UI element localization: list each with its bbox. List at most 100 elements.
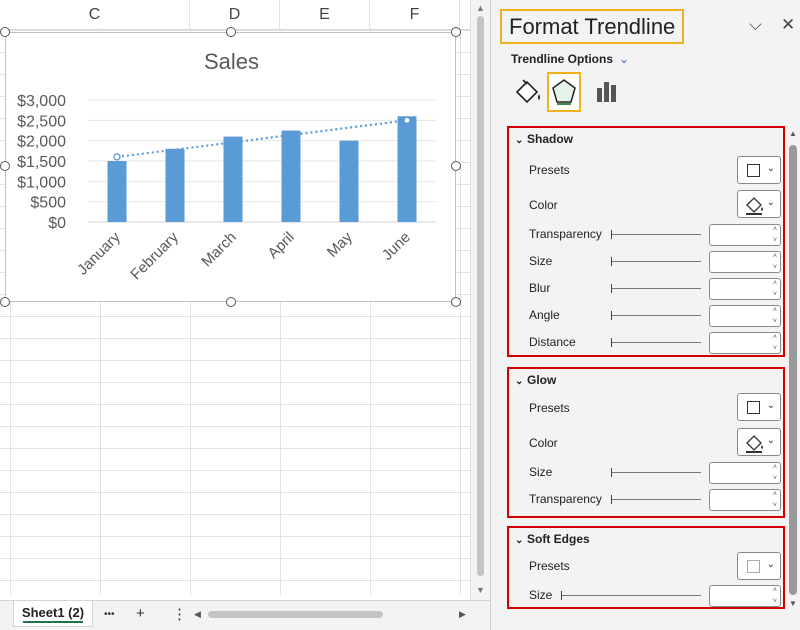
shadow-blur-slider[interactable] — [611, 284, 701, 293]
pane-vertical-scrollbar[interactable]: ▲ ▼ — [788, 115, 799, 615]
glow-transparency-spinner[interactable]: ˄ ˅ — [709, 489, 781, 511]
shadow-presets-dropdown[interactable]: ⌄ — [737, 156, 781, 184]
soft-edges-presets-row: Presets ⌄ — [529, 552, 781, 582]
scroll-down-arrow-icon[interactable]: ▼ — [789, 599, 797, 608]
chevron-down-icon: ⌄ — [766, 163, 775, 174]
glow-presets-dropdown[interactable]: ⌄ — [737, 393, 781, 421]
chevron-down-icon: ⌄ — [766, 197, 775, 208]
more-sheets-button[interactable]: ••• — [104, 609, 115, 620]
soft-edges-section-header[interactable]: ⌄ Soft Edges — [515, 532, 590, 546]
glow-section: ⌄ Glow Presets ⌄ Color ⌄ Size ˄ ˅ Transpar… — [507, 367, 785, 518]
bar-may — [339, 140, 359, 222]
sheet-tab-sheet1-2[interactable]: Sheet1 (2) — [13, 601, 93, 627]
sheet-tab-label: Sheet1 (2) — [21, 605, 85, 620]
y-tick-label: $0 — [48, 215, 66, 232]
scroll-left-arrow-icon[interactable]: ◀ — [194, 609, 201, 620]
glow-transparency-slider[interactable] — [611, 495, 701, 504]
paint-bucket-icon — [746, 435, 763, 453]
y-tick-label: $500 — [30, 195, 66, 212]
resize-handle-bottom-left[interactable] — [0, 297, 10, 307]
series-options-tab-icon[interactable] — [593, 72, 627, 112]
shadow-presets-label: Presets — [529, 163, 570, 177]
shadow-distance-label: Distance — [529, 335, 576, 349]
y-tick-label: $1,500 — [17, 154, 66, 171]
horizontal-scrollbar[interactable]: ◀ ▶ — [192, 609, 470, 619]
shadow-color-dropdown[interactable]: ⌄ — [737, 190, 781, 218]
chevron-down-icon: ⌄ — [515, 376, 524, 387]
y-tick-label: $2,000 — [17, 134, 66, 151]
scroll-right-arrow-icon[interactable]: ▶ — [459, 609, 466, 620]
square-preset-icon — [747, 560, 760, 573]
glow-presets-row: Presets ⌄ — [529, 393, 781, 423]
vertical-scrollbar[interactable]: ▲ ▼ — [470, 0, 490, 600]
paint-bucket-icon — [746, 197, 763, 215]
x-tick-label: April — [265, 229, 298, 262]
shadow-distance-spinner[interactable]: ˄ ˅ — [709, 332, 781, 354]
shadow-presets-row: Presets ⌄ — [529, 156, 781, 186]
trendline-options-dropdown[interactable]: Trendline Options ⌄ — [511, 52, 629, 66]
resize-handle-top[interactable] — [226, 27, 236, 37]
vertical-scroll-thumb[interactable] — [477, 16, 484, 576]
soft-edges-presets-dropdown[interactable]: ⌄ — [737, 552, 781, 580]
x-tick-label: May — [324, 228, 356, 260]
shadow-angle-row: Angle ˄ ˅ — [529, 304, 781, 328]
soft-edges-size-spinner[interactable]: ˄ ˅ — [709, 585, 781, 607]
glow-section-header[interactable]: ⌄ Glow — [515, 373, 556, 387]
glow-size-row: Size ˄ ˅ — [529, 461, 781, 485]
column-header-d[interactable]: D — [190, 0, 280, 30]
pane-title: Format Trendline — [500, 9, 685, 44]
chevron-down-icon[interactable]: ⌵ — [749, 15, 762, 35]
trendline-handle-start — [113, 153, 121, 161]
soft-edges-size-label: Size — [529, 588, 553, 602]
x-tick-label: June — [379, 229, 414, 264]
shadow-angle-slider[interactable] — [611, 311, 701, 320]
glow-size-slider[interactable] — [611, 468, 701, 477]
glow-size-spinner[interactable]: ˄ ˅ — [709, 462, 781, 484]
resize-handle-left[interactable] — [0, 161, 10, 171]
resize-handle-bottom-right[interactable] — [451, 297, 461, 307]
x-tick-label: February — [127, 228, 182, 283]
shadow-size-spinner[interactable]: ˄ ˅ — [709, 251, 781, 273]
shadow-section: ⌄ Shadow Presets ⌄ Color ⌄ Transparency ˄… — [507, 126, 785, 357]
horizontal-scroll-thumb[interactable] — [208, 611, 383, 618]
scroll-up-arrow-icon[interactable]: ▲ — [476, 3, 485, 13]
shadow-transparency-slider[interactable] — [611, 230, 701, 239]
resize-handle-top-right[interactable] — [451, 27, 461, 37]
soft-edges-title: Soft Edges — [527, 532, 590, 546]
soft-edges-size-slider[interactable] — [561, 591, 701, 600]
glow-color-label: Color — [529, 436, 558, 450]
effects-tab-icon[interactable] — [547, 72, 581, 112]
trendline-options-label: Trendline Options — [511, 52, 614, 66]
app-window: C D E F ▲ ▼ Sales $0 $500 $1,000 $1,500 $2,0… — [0, 0, 800, 630]
chevron-down-icon: ⌄ — [766, 559, 775, 570]
resize-handle-right[interactable] — [451, 161, 461, 171]
shadow-blur-spinner[interactable]: ˄ ˅ — [709, 278, 781, 300]
resize-handle-top-left[interactable] — [0, 27, 10, 37]
y-tick-label: $2,500 — [17, 113, 66, 130]
close-icon[interactable]: ✕ — [781, 15, 795, 35]
shadow-transparency-spinner[interactable]: ˄ ˅ — [709, 224, 781, 246]
bar-june — [397, 116, 417, 222]
sheet-menu-button[interactable]: ⋮ — [172, 605, 187, 623]
scroll-up-arrow-icon[interactable]: ▲ — [789, 129, 797, 138]
square-preset-icon — [747, 164, 760, 177]
resize-handle-bottom[interactable] — [226, 297, 236, 307]
fill-line-tab-icon[interactable] — [511, 72, 545, 112]
shadow-distance-slider[interactable] — [611, 338, 701, 347]
chevron-down-icon: ⌄ — [766, 400, 775, 411]
add-sheet-button[interactable]: + — [136, 605, 145, 622]
shadow-size-slider[interactable] — [611, 257, 701, 266]
column-header-e[interactable]: E — [280, 0, 370, 30]
glow-color-dropdown[interactable]: ⌄ — [737, 428, 781, 456]
scroll-down-arrow-icon[interactable]: ▼ — [476, 585, 485, 595]
column-header-f[interactable]: F — [370, 0, 460, 30]
glow-color-row: Color ⌄ — [529, 428, 781, 458]
shadow-angle-spinner[interactable]: ˄ ˅ — [709, 305, 781, 327]
shadow-section-header[interactable]: ⌄ Shadow — [515, 132, 573, 146]
column-header-c[interactable]: C — [0, 0, 190, 30]
glow-transparency-row: Transparency ˄ ˅ — [529, 488, 781, 512]
chart-object[interactable]: Sales $0 $500 $1,000 $1,500 $2,000 $2,500 $3,0… — [5, 32, 456, 302]
pane-scroll-thumb[interactable] — [789, 145, 797, 595]
shadow-transparency-row: Transparency ˄ ˅ — [529, 223, 781, 247]
shadow-title: Shadow — [527, 132, 574, 146]
